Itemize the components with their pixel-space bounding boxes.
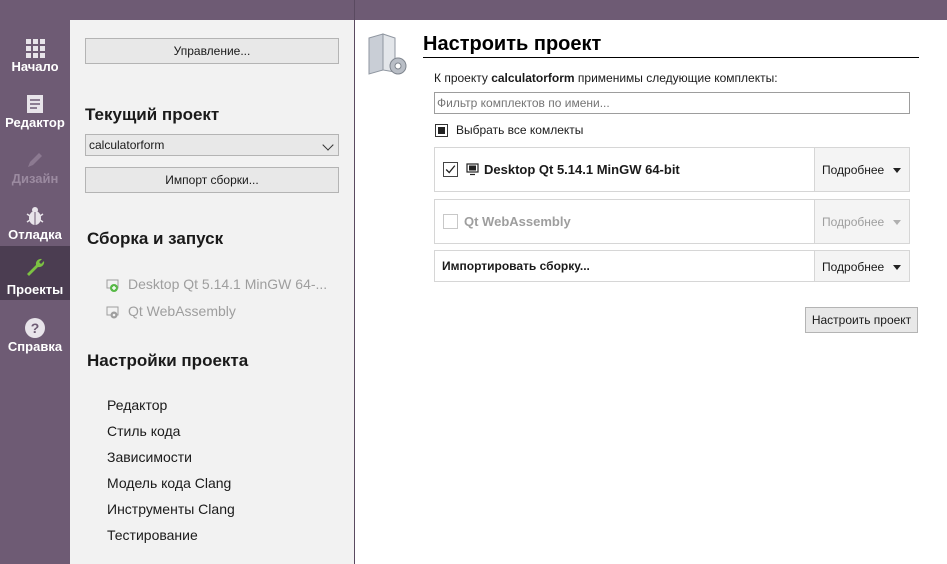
manage-button[interactable]: Управление... (85, 38, 339, 64)
kit-row-import: Импортировать сборку... Подробнее (434, 250, 910, 282)
mode-help[interactable]: ? Справка (0, 308, 70, 364)
mode-design[interactable]: Дизайн (0, 140, 70, 196)
mode-debug[interactable]: Отладка (0, 196, 70, 252)
kit-desktop-name: Desktop Qt 5.14.1 MinGW 64-bit (484, 162, 680, 177)
configure-project-panel: Настроить проект К проекту calculatorfor… (355, 20, 947, 564)
dropdown-arrow-icon (893, 168, 901, 173)
settings-item-dependencies[interactable]: Зависимости (107, 449, 192, 465)
page-title: Настроить проект (423, 33, 602, 55)
mode-label: Проекты (6, 282, 64, 297)
details-label: Подробнее (822, 215, 885, 229)
mode-label: Справка (7, 339, 63, 354)
select-all-label[interactable]: Выбрать все комлекты (456, 123, 583, 137)
kit-desktop-details-button[interactable]: Подробнее (814, 148, 909, 191)
import-build-button[interactable]: Импорт сборки... (85, 167, 339, 193)
kit-webassembly-checkbox[interactable] (443, 214, 458, 229)
desc-project-name: calculatorform (491, 71, 575, 85)
settings-item-testing[interactable]: Тестирование (107, 527, 198, 543)
mode-welcome[interactable]: Начало (0, 28, 70, 84)
kits-description: К проекту calculatorform применимы следу… (434, 71, 778, 85)
desc-suffix: применимы следующие комплекты: (574, 71, 778, 85)
mode-projects[interactable]: Проекты (0, 246, 70, 300)
select-all-checkbox[interactable] (435, 124, 448, 137)
document-icon (27, 95, 43, 113)
monitor-add-icon (106, 279, 119, 292)
chevron-down-icon (322, 139, 334, 151)
monitor-gear-icon (106, 306, 119, 319)
settings-item-editor[interactable]: Редактор (107, 397, 167, 413)
checkmark-icon (445, 165, 456, 174)
wrench-icon (27, 258, 45, 276)
grid-icon (26, 39, 45, 58)
current-project-combo[interactable]: calculatorform (85, 134, 339, 156)
build-run-title: Сборка и запуск (87, 229, 224, 248)
settings-item-clang-tools[interactable]: Инструменты Clang (107, 501, 235, 517)
title-underline (423, 57, 919, 58)
current-project-title: Текущий проект (85, 105, 220, 124)
mode-label: Дизайн (11, 171, 59, 186)
svg-text:?: ? (31, 320, 40, 336)
pencil-icon (28, 153, 42, 167)
bug-icon (26, 207, 44, 225)
settings-item-clang-code-model[interactable]: Модель кода Clang (107, 475, 231, 491)
mode-bar: Начало Редактор Дизайн Отладка Проекты ?… (0, 0, 70, 564)
projects-sidebar: Управление... Текущий проект calculatorf… (70, 20, 354, 564)
import-details-button[interactable]: Подробнее (814, 251, 909, 281)
current-project-value: calculatorform (89, 138, 165, 152)
configure-project-button[interactable]: Настроить проект (805, 307, 918, 333)
dropdown-arrow-icon (893, 265, 901, 270)
monitor-icon (466, 163, 479, 176)
help-icon: ? (25, 318, 45, 338)
kit-webassembly-name: Qt WebAssembly (464, 214, 571, 229)
settings-item-code-style[interactable]: Стиль кода (107, 423, 180, 439)
project-folder-gear-icon (368, 33, 407, 75)
kit-row-webassembly: Qt WebAssembly Подробнее (434, 199, 910, 244)
kit-desktop-checkbox[interactable] (443, 162, 458, 177)
details-label: Подробнее (822, 163, 885, 177)
kit-label: Desktop Qt 5.14.1 MinGW 64-... (128, 276, 328, 292)
details-label: Подробнее (822, 260, 885, 274)
top-strip (70, 0, 947, 20)
mode-label: Отладка (8, 227, 62, 242)
mode-label: Редактор (5, 115, 65, 130)
import-build-link[interactable]: Импортировать сборку... (442, 259, 590, 273)
mode-editor[interactable]: Редактор (0, 84, 70, 140)
desc-prefix: К проекту (434, 71, 492, 85)
project-settings-title: Настройки проекта (87, 351, 249, 370)
dropdown-arrow-icon (893, 220, 901, 225)
kit-label: Qt WebAssembly (128, 303, 236, 319)
kit-row-desktop: Desktop Qt 5.14.1 MinGW 64-bit Подробнее (434, 147, 910, 192)
kit-webassembly-details-button[interactable]: Подробнее (814, 200, 909, 243)
kit-filter-input[interactable] (434, 92, 910, 114)
mode-label: Начало (11, 59, 59, 74)
